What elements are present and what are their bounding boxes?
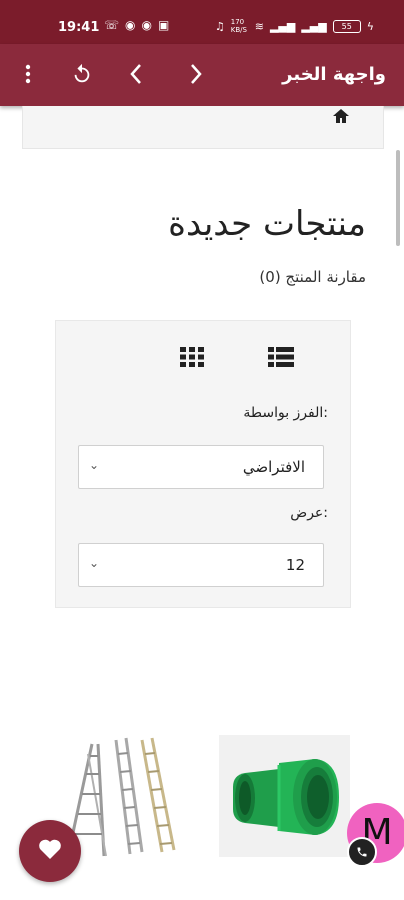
- breadcrumb: [22, 106, 384, 149]
- signal-icon: ▂▄▆: [269, 19, 296, 33]
- sort-select[interactable]: الافتراضي ⌄: [78, 445, 324, 489]
- scrollbar[interactable]: [396, 150, 400, 246]
- home-icon[interactable]: [333, 108, 349, 127]
- sort-label: الفرز بواسطة:: [243, 405, 328, 421]
- app-bar: واجهة الخبر: [0, 44, 404, 106]
- product-compare-link[interactable]: مقارنة المنتج (0): [259, 268, 366, 286]
- headphones-icon: ♫: [214, 19, 225, 33]
- chevron-down-icon: ⌄: [89, 458, 100, 472]
- phone-icon[interactable]: [347, 837, 377, 867]
- list-view-icon[interactable]: [268, 347, 294, 369]
- favorites-fab[interactable]: [19, 820, 81, 882]
- app-title: واجهة الخبر: [282, 64, 386, 85]
- more-icon[interactable]: [12, 58, 44, 90]
- limit-select[interactable]: 12 ⌄: [78, 543, 324, 587]
- product-toolbar: الفرز بواسطة: الافتراضي ⌄ عرض: 12 ⌄: [55, 320, 351, 608]
- product-image-pipe-fitting[interactable]: [219, 735, 350, 857]
- page-title: منتجات جديدة: [168, 204, 366, 244]
- status-time: 19:41: [58, 20, 100, 35]
- grid-view-icon[interactable]: [180, 347, 206, 369]
- refresh-icon[interactable]: [66, 58, 98, 90]
- phone-icon: ☏: [104, 18, 120, 32]
- chevron-down-icon: ⌄: [89, 556, 100, 570]
- network-speed: 170 KB/S: [230, 18, 247, 34]
- image-icon: ▣: [157, 18, 170, 32]
- battery-icon: 55: [332, 19, 361, 33]
- status-bar: 19:41 ☏ ◉ ◉ ▣ ♫ 170 KB/S ≋ ▂▄▆ ▂▄▆ 55 ϟ: [0, 0, 404, 44]
- charging-icon: ϟ: [366, 19, 374, 33]
- whatsapp-icon: ◉: [141, 18, 152, 32]
- limit-value: 12: [285, 556, 305, 574]
- show-label: عرض:: [290, 505, 328, 521]
- product-image-ladders[interactable]: [64, 734, 192, 859]
- status-left-icons: ☏ ◉ ◉ ▣: [104, 18, 169, 32]
- forward-icon[interactable]: [180, 58, 212, 90]
- back-icon[interactable]: [120, 58, 152, 90]
- status-right-icons: ♫ 170 KB/S ≋ ▂▄▆ ▂▄▆ 55 ϟ: [215, 18, 374, 34]
- wifi-icon: ≋: [254, 19, 264, 33]
- heart-icon: [38, 838, 62, 864]
- sort-value: الافتراضي: [242, 458, 305, 476]
- whatsapp-icon: ◉: [125, 18, 136, 32]
- signal-icon: ▂▄▆: [301, 19, 327, 33]
